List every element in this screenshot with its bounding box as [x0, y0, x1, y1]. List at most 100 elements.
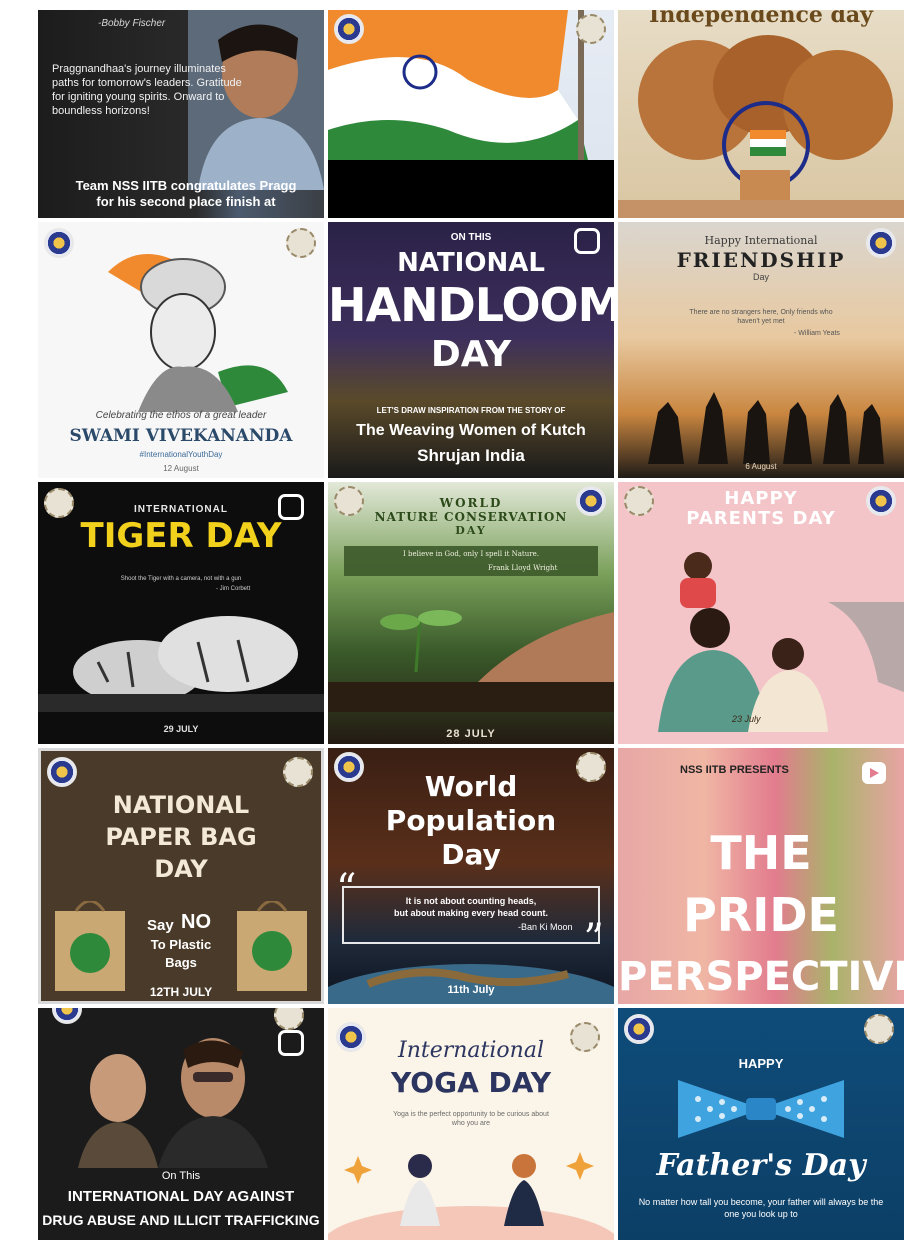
post-friendship[interactable]: Happy International FRIENDSHIP Day There… [618, 222, 904, 478]
post-pre: Happy International [704, 234, 818, 247]
post-line3: PERSPECTIVE [618, 954, 904, 1000]
post-title: FRIENDSHIP [676, 248, 846, 272]
iitb-seal-icon [576, 14, 606, 44]
post-story1: The Weaving Women of Kutch [356, 422, 586, 439]
iitb-seal-icon [864, 1014, 894, 1044]
post-author: - Jim Corbett [216, 586, 251, 592]
post-line2: PAPER BAG [105, 823, 257, 851]
seedling-hands-image [328, 610, 614, 712]
post-quote: There are no strangers here, Only friend… [689, 309, 833, 325]
post-bags: Bags [165, 955, 197, 970]
iitb-seal-icon [274, 1008, 304, 1030]
nss-logo-icon [47, 757, 77, 787]
post-grid: -Bobby Fischer Praggnandhaa's journey il… [38, 10, 904, 1240]
post-line1: WORLD [439, 496, 503, 510]
post-line3: DAY [455, 524, 487, 537]
post-fathers-day[interactable]: HAPPY Father's Day No matter how tall yo… [618, 1008, 904, 1240]
post-vivekananda[interactable]: Celebrating the ethos of a great leader … [38, 222, 324, 478]
post-flag[interactable] [328, 10, 614, 218]
nss-logo-icon [334, 14, 364, 44]
post-line3: DAY [430, 334, 512, 375]
post-author: Frank Lloyd Wright [488, 564, 558, 572]
post-author: -Ban Ki Moon [518, 922, 573, 932]
post-pre: INTERNATIONAL [134, 504, 228, 515]
post-happy: HAPPY [738, 1056, 784, 1071]
post-population[interactable]: World Population Day “ ” It is not about… [328, 748, 614, 1004]
post-story2: Shrujan India [417, 446, 525, 465]
post-line2: DRUG ABUSE AND ILLICIT TRAFFICKING [42, 1212, 320, 1228]
post-line1: THE [710, 826, 812, 880]
post-pride[interactable]: NSS IITB PRESENTS THE PRIDE PERSPECTIVE [618, 748, 904, 1004]
post-line2: Population [385, 804, 557, 837]
post-kicker: On This [161, 1170, 201, 1182]
vivekananda-portrait [108, 254, 288, 412]
post-quote: I believe in God, only I spell it Nature… [403, 550, 539, 558]
reel-play-glyph [870, 768, 879, 778]
post-title: Father's Day [656, 1148, 866, 1183]
nss-logo-icon [44, 228, 74, 258]
post-line1: INTERNATIONAL DAY AGAINST [67, 1188, 295, 1205]
post-line2: NATURE CONSERVATION [374, 510, 568, 524]
post-tiger[interactable]: INTERNATIONAL TIGER DAY Shoot the Tiger … [38, 482, 324, 744]
post-line2: HANDLOOM [328, 278, 614, 332]
soldiers-illustration [618, 35, 904, 218]
post-line3: DAY [154, 855, 208, 883]
post-date: 12 August [163, 464, 199, 473]
post-heading: Independence day [649, 10, 873, 28]
post-quote1: It is not about counting heads, [405, 896, 537, 906]
post-pragg[interactable]: -Bobby Fischer Praggnandhaa's journey il… [38, 10, 324, 218]
post-title: YOGA DAY [391, 1066, 551, 1099]
iitb-seal-icon [286, 228, 316, 258]
post-date: 23 July [732, 714, 761, 724]
post-independence[interactable]: Independence day [618, 10, 904, 218]
post-quote: Shoot the Tiger with a camera, not with … [120, 576, 242, 582]
post-hashtag: #InternationalYouthDay [139, 450, 223, 459]
actor-photos [78, 1038, 268, 1168]
post-line1: NATIONAL [112, 791, 250, 819]
post-title: SWAMI VIVEKANANDA [69, 426, 293, 446]
nss-logo-icon [624, 1014, 654, 1044]
post-no: NO [181, 911, 211, 933]
post-say: Say [147, 917, 174, 934]
post-line2: PARENTS DAY [686, 508, 836, 529]
nss-logo-icon [52, 1008, 82, 1024]
post-date: 11th July [447, 984, 495, 996]
post-parents[interactable]: HAPPY PARENTS DAY 23 July [618, 482, 904, 744]
post-date: 28 JULY [446, 728, 496, 740]
family-illustration [658, 552, 904, 732]
post-nature[interactable]: WORLD NATURE CONSERVATION DAY I believe … [328, 482, 614, 744]
post-line3: Day [441, 838, 501, 871]
quote-text: Praggnandhaa's journey illuminates paths… [52, 63, 242, 117]
post-paperbag[interactable]: NATIONAL PAPER BAG DAY Say NO To Plastic… [38, 748, 324, 1004]
post-tagline: Celebrating the ethos of a great leader [95, 410, 267, 421]
bow-tie-icon [678, 1080, 844, 1138]
post-caption: Team NSS IITB congratulates Pragg for hi… [75, 178, 297, 209]
post-line1: World [424, 770, 518, 803]
post-sub: LET'S DRAW INSPIRATION FROM THE STORY OF [376, 406, 566, 415]
post-handloom[interactable]: ON THIS NATIONAL HANDLOOM DAY LET'S DRAW… [328, 222, 614, 478]
post-kicker: ON THIS [450, 232, 492, 243]
indian-flag-image [328, 10, 588, 160]
post-quote: No matter how tall you become, your fath… [638, 1197, 884, 1219]
post-to: To Plastic [150, 937, 212, 952]
post-drug-abuse[interactable]: On This INTERNATIONAL DAY AGAINST DRUG A… [38, 1008, 324, 1240]
post-date: 29 JULY [163, 724, 199, 734]
post-line1: HAPPY [724, 488, 798, 509]
post-line1: NATIONAL [397, 248, 545, 278]
post-line2: PRIDE [683, 888, 839, 942]
white-tigers-image [38, 616, 324, 712]
quote-attribution: -Bobby Fischer [98, 18, 166, 29]
post-date: 12TH JULY [149, 985, 213, 999]
friends-silhouette [648, 392, 884, 464]
post-day: Day [752, 272, 769, 282]
post-title: TIGER DAY [80, 516, 282, 556]
post-presents: NSS IITB PRESENTS [680, 764, 789, 776]
post-script: International [398, 1038, 544, 1063]
post-author: - William Yeats [794, 330, 840, 337]
post-date: 6 August [745, 462, 777, 471]
post-yoga[interactable]: International YOGA DAY Yoga is the perfe… [328, 1008, 614, 1240]
post-quote2: but about making every head count. [393, 908, 549, 918]
iitb-seal-icon [283, 757, 313, 787]
yoga-illustration [328, 1152, 614, 1240]
post-sub: Yoga is the perfect opportunity to be cu… [393, 1111, 549, 1127]
